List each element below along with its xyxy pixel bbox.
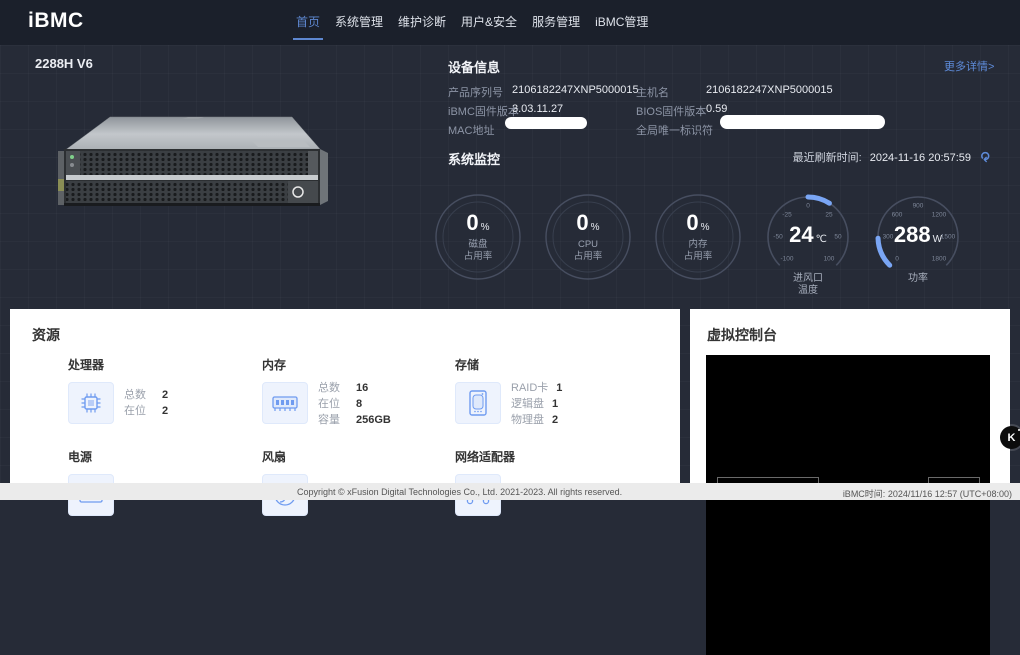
memory-usage-value: 0 xyxy=(686,210,698,235)
nav-ibmc-management[interactable]: iBMC管理 xyxy=(595,0,648,45)
nav-user-security[interactable]: 用户&安全 xyxy=(461,0,517,45)
ibmc-time: iBMC时间: 2024/11/16 12:57 (UTC+08:00) xyxy=(843,487,1012,500)
resources-title: 资源 xyxy=(32,325,60,345)
gauge-power: 900 1200 1500 1800 600 300 0 288W 功率 xyxy=(870,189,966,299)
resource-card-processor[interactable]: 处理器 总数2 在位2 xyxy=(68,356,268,424)
gauge-cpu-usage: 0% CPU 占用率 xyxy=(540,189,636,299)
virtual-console-screen[interactable] xyxy=(706,355,990,655)
field-value-serial: 2106182247XNP5000015 xyxy=(512,84,639,96)
field-value-ibmc-fw: 3.03.11.27 xyxy=(512,103,563,115)
field-label-bios-fw: BIOS固件版本 xyxy=(636,103,706,119)
resource-card-psu[interactable]: 电源 总数2 xyxy=(68,448,268,516)
system-monitor-title: 系统监控 xyxy=(448,149,500,168)
footer: Copyright © xFusion Digital Technologies… xyxy=(0,483,1020,500)
virtual-console-title: 虚拟控制台 xyxy=(707,325,777,345)
disk-usage-value: 0 xyxy=(466,210,478,235)
device-info-title: 设备信息 xyxy=(448,57,500,76)
refresh-time-label: 最近刷新时间: xyxy=(793,152,862,164)
copyright-text: Copyright © xFusion Digital Technologies… xyxy=(297,487,622,497)
nav-maintenance-diagnostics[interactable]: 维护诊断 xyxy=(398,0,446,45)
ibmc-logo: iBMC xyxy=(28,9,84,33)
resource-card-memory[interactable]: 内存 总数16 在位8 容量256GB xyxy=(262,356,462,427)
storage-icon xyxy=(455,382,501,424)
resource-card-fan[interactable]: 风扇 总数4 xyxy=(262,448,462,516)
nav-service-management[interactable]: 服务管理 xyxy=(532,0,580,45)
cpu-usage-value: 0 xyxy=(576,210,588,235)
refresh-time-value: 2024-11-16 20:57:59 xyxy=(870,152,971,164)
refresh-time-row: 最近刷新时间: 2024-11-16 20:57:59 ⟳ xyxy=(760,149,990,165)
nav-system-management[interactable]: 系统管理 xyxy=(335,0,383,45)
resources-panel: 资源 处理器 总数2 在位2 内存 总数16 在位8 容量256GB xyxy=(10,309,680,500)
field-label-serial: 产品序列号 xyxy=(448,84,503,100)
field-label-hostname: 主机名 xyxy=(636,84,669,100)
kvm-floating-button[interactable]: K xyxy=(1000,426,1020,449)
server-model-label: 2288H V6 xyxy=(35,56,93,71)
top-navbar: iBMC 首页 系统管理 维护诊断 用户&安全 服务管理 iBMC管理 UID … xyxy=(0,0,1020,45)
field-value-hostname: 2106182247XNP5000015 xyxy=(706,84,833,96)
nav-home[interactable]: 首页 xyxy=(296,0,320,45)
server-image xyxy=(52,107,342,217)
field-label-guid: 全局唯一标识符 xyxy=(636,122,713,138)
cpu-icon xyxy=(68,382,114,424)
field-label-mac: MAC地址 xyxy=(448,122,494,138)
mac-address-redacted xyxy=(505,117,587,129)
resource-card-storage[interactable]: 存储 RAID卡1 逻辑盘1 物理盘2 xyxy=(455,356,655,427)
virtual-console-panel: 虚拟控制台 xyxy=(690,309,1010,500)
power-value: 288 xyxy=(894,222,931,247)
memory-icon xyxy=(262,382,308,424)
guid-redacted xyxy=(720,115,885,129)
gauge-disk-usage: 0% 磁盘 占用率 xyxy=(430,189,526,299)
gauge-memory-usage: 0% 内存 占用率 xyxy=(650,189,746,299)
main-nav: 首页 系统管理 维护诊断 用户&安全 服务管理 iBMC管理 xyxy=(296,0,648,45)
inlet-temp-value: 24 xyxy=(789,222,813,247)
resource-card-network-adapter[interactable]: 网络适配器 总数1 xyxy=(455,448,655,516)
refresh-icon[interactable]: ⟳ xyxy=(977,152,993,163)
field-value-bios-fw: 0.59 xyxy=(706,103,727,115)
more-details-link[interactable]: 更多详情> xyxy=(944,58,994,74)
gauge-inlet-temperature: 0 25 50 100 -25 -50 -100 24℃ 进风口温度 xyxy=(760,189,856,299)
